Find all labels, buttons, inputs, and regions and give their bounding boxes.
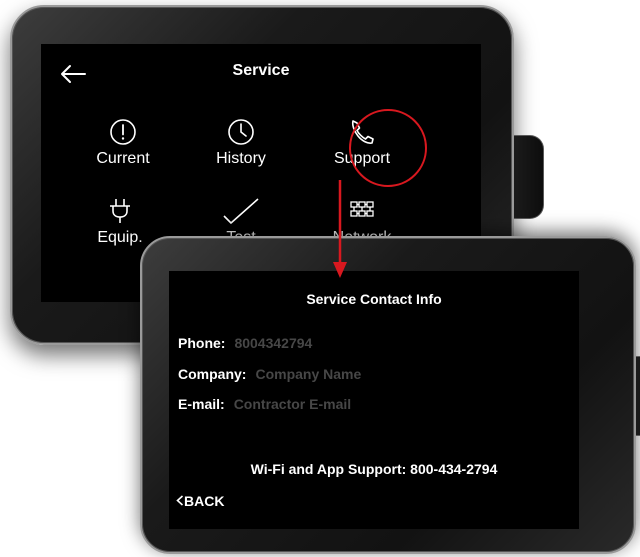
email-field[interactable]: Contractor E-mail: [234, 396, 351, 412]
tile-label: Current: [96, 150, 150, 167]
clock-icon: [228, 119, 254, 145]
tile-history[interactable]: History: [186, 117, 296, 168]
tile-label: History: [216, 150, 266, 167]
support-phone-text: Wi-Fi and App Support: 800-434-2794: [250, 461, 498, 477]
phone-field[interactable]: 8004342794: [234, 335, 312, 351]
checkmark-icon: [223, 198, 259, 224]
company-row[interactable]: Company: Company Name: [178, 366, 361, 382]
email-row[interactable]: E-mail: Contractor E-mail: [178, 396, 351, 412]
chevron-left-icon: [176, 495, 184, 506]
company-label: Company:: [178, 366, 247, 382]
phone-row[interactable]: Phone: 8004342794: [178, 335, 312, 351]
back-button[interactable]: BACK: [176, 493, 224, 509]
email-label: E-mail:: [178, 396, 225, 412]
back-label: BACK: [184, 493, 225, 509]
phone-label: Phone:: [178, 335, 226, 351]
network-grid-icon: [350, 201, 374, 217]
device-side-button: [636, 356, 640, 436]
company-field[interactable]: Company Name: [255, 366, 361, 382]
contact-info-screen: Service Contact Info Phone: 8004342794 Co…: [169, 271, 579, 529]
support-highlight-circle: [349, 109, 427, 187]
thermostat-device-front: Service Contact Info Phone: 8004342794 Co…: [140, 236, 640, 554]
plug-icon: [110, 199, 130, 223]
device-side-button: [514, 135, 544, 219]
alert-circle-icon: [110, 119, 136, 145]
page-title: Service Contact Info: [306, 291, 442, 307]
page-title: Service: [232, 62, 290, 79]
tile-current[interactable]: Current: [68, 117, 178, 168]
callout-arrow: [333, 180, 347, 278]
